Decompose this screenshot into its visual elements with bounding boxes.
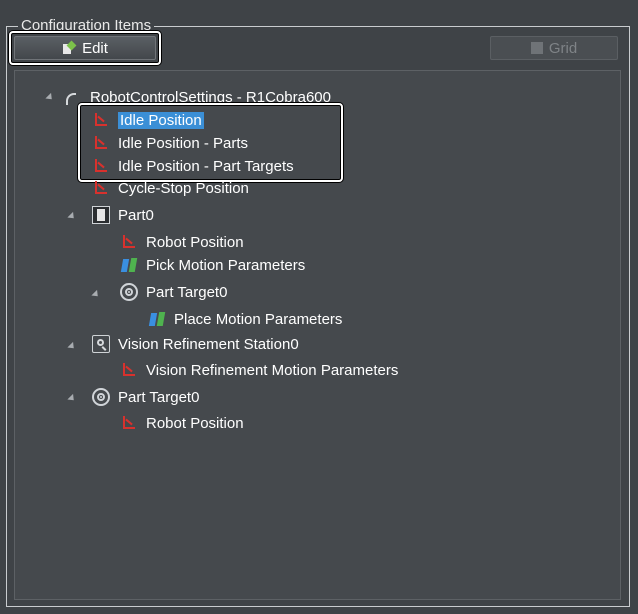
idle-position-callout <box>78 103 343 182</box>
coordinate-axes-icon <box>120 361 138 379</box>
motion-parameters-icon <box>120 256 138 274</box>
tree-node-label: Place Motion Parameters <box>174 310 343 328</box>
tree-node-label: Pick Motion Parameters <box>146 256 306 274</box>
tree-node-vision-refinement-station0[interactable]: Vision Refinement Station0 <box>92 334 299 354</box>
coordinate-axes-icon <box>92 179 110 197</box>
tree-node-label: Robot Position <box>146 414 244 432</box>
tree-node-label: Part0 <box>118 206 154 224</box>
coordinate-axes-icon <box>120 414 138 432</box>
tree-node-part-target0[interactable]: Part Target0 <box>120 282 227 302</box>
tree-node-part0[interactable]: Part0 <box>92 205 154 225</box>
part-target-icon <box>120 283 138 301</box>
configuration-items-panel: Configuration Items Edit Grid RobotContr… <box>0 0 638 614</box>
tree-node-label: Vision Refinement Motion Parameters <box>146 361 399 379</box>
tree-node-label: Part Target0 <box>146 283 228 301</box>
tree-node-part-target0-root[interactable]: Part Target0 <box>92 387 199 407</box>
tree-node-pick-motion-parameters[interactable]: Pick Motion Parameters <box>120 255 305 275</box>
tree-node-vision-refinement-motion-parameters[interactable]: Vision Refinement Motion Parameters <box>120 360 398 380</box>
tree-node-robot-position[interactable]: Robot Position <box>120 232 244 252</box>
tree-node-place-motion-parameters[interactable]: Place Motion Parameters <box>148 309 342 329</box>
grid-icon <box>530 42 543 54</box>
tree-node-label: Robot Position <box>146 233 244 251</box>
part-chip-icon <box>92 206 110 224</box>
grid-button-label: Grid <box>548 39 578 57</box>
tree-node-label: Part Target0 <box>118 388 200 406</box>
coordinate-axes-icon <box>120 233 138 251</box>
grid-button[interactable]: Grid <box>490 36 618 60</box>
tree-node-label: Vision Refinement Station0 <box>118 335 299 353</box>
motion-parameters-icon <box>148 310 166 328</box>
tree-node-label: Cycle-Stop Position <box>118 179 249 197</box>
tree-node-cycle-stop-position[interactable]: Cycle-Stop Position <box>92 178 249 198</box>
part-target-icon <box>92 388 110 406</box>
tree-node-robot-position-target[interactable]: Robot Position <box>120 413 244 433</box>
vision-station-icon <box>92 335 110 353</box>
edit-button-callout <box>9 31 161 65</box>
